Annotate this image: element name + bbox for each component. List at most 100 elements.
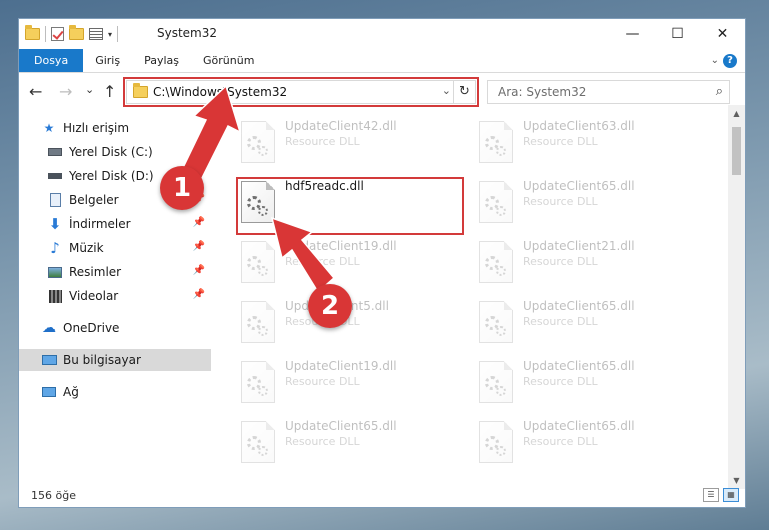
sidebar-item-videos[interactable]: Videolar 📌 [19, 285, 211, 307]
expand-ribbon-icon[interactable]: ⌄ [711, 55, 719, 66]
close-button[interactable]: ✕ [700, 19, 745, 49]
dll-file-icon [479, 241, 513, 283]
folder-icon [25, 25, 40, 40]
cloud-icon: ☁ [42, 320, 56, 336]
sidebar-item-label: Yerel Disk (C:) [69, 145, 153, 159]
list-item[interactable]: UpdateClient65.dll Resource DLL [475, 177, 705, 229]
list-item[interactable]: UpdateClient19.dll Resource DLL [237, 237, 467, 289]
sidebar-item-quick-access[interactable]: ★ Hızlı erişim [19, 117, 211, 139]
list-item[interactable]: UpdateClient21.dll Resource DLL [475, 237, 705, 289]
dll-file-icon [479, 121, 513, 163]
maximize-button[interactable]: ☐ [655, 19, 700, 49]
drive-icon [47, 144, 63, 160]
dll-file-icon [241, 421, 275, 463]
tab-share[interactable]: Paylaş [132, 49, 191, 72]
tab-file[interactable]: Dosya [19, 49, 84, 72]
scroll-up-icon[interactable]: ▲ [728, 105, 745, 122]
pin-icon[interactable]: 📌 [193, 265, 205, 276]
file-name: UpdateClient65.dll [523, 359, 635, 373]
list-item[interactable]: UpdateClient19.dll Resource DLL [237, 357, 467, 409]
help-icon[interactable]: ? [723, 54, 737, 68]
sidebar-item-music[interactable]: ♪ Müzik 📌 [19, 237, 211, 259]
qat-dropdown-icon[interactable]: ▾ [108, 30, 112, 39]
list-item[interactable]: UpdateClient42.dll Resource DLL [237, 117, 467, 169]
dll-file-icon [241, 301, 275, 343]
sidebar-item-downloads[interactable]: ⬇ İndirmeler 📌 [19, 213, 211, 235]
list-item[interactable]: UpdateClient63.dll Resource DLL [475, 117, 705, 169]
file-type: Resource DLL [285, 435, 360, 448]
dll-file-icon [241, 361, 275, 403]
file-type: Resource DLL [523, 135, 598, 148]
file-list: UpdateClient42.dll Resource DLL hdf5readc… [219, 107, 729, 492]
minimize-button[interactable]: — [610, 19, 655, 49]
sidebar-item-label: Yerel Disk (D:) [69, 169, 154, 183]
list-item[interactable]: UpdateClient65.dll Resource DLL [475, 297, 705, 349]
sidebar-item-label: Bu bilgisayar [63, 353, 141, 367]
sidebar-item-label: Resimler [69, 265, 122, 279]
file-type: Resource DLL [523, 255, 598, 268]
tab-view[interactable]: Görünüm [191, 49, 266, 72]
file-name: UpdateClient65.dll [285, 419, 397, 433]
list-item[interactable]: UpdateClient65.dll Resource DLL [475, 417, 705, 469]
list-item[interactable]: UpdateClient65.dll Resource DLL [237, 417, 467, 469]
explorer-window: ▾ System32 — ☐ ✕ Dosya Giriş Paylaş Görü… [18, 18, 746, 508]
sidebar-item-this-pc[interactable]: Bu bilgisayar [19, 349, 211, 371]
step-one-badge: 1 [160, 166, 204, 210]
ribbon-tabs: Dosya Giriş Paylaş Görünüm [19, 49, 745, 73]
network-icon [41, 384, 57, 400]
search-box[interactable]: Ara: System32 ⌕ [487, 80, 730, 104]
sidebar-item-label: Hızlı erişim [63, 121, 130, 135]
sidebar-item-network[interactable]: Ağ [19, 381, 211, 403]
list-item[interactable]: UpdateClient5.dllResource DLL [237, 297, 467, 349]
new-folder-icon[interactable] [69, 25, 84, 40]
vertical-scrollbar[interactable]: ▲ ▼ [728, 105, 745, 489]
window-title: System32 [157, 26, 218, 40]
sidebar-item-drive-c[interactable]: Yerel Disk (C:) [19, 141, 211, 163]
star-icon: ★ [43, 121, 55, 135]
file-type: Resource DLL [523, 195, 598, 208]
dll-file-icon [479, 421, 513, 463]
customize-icon[interactable] [89, 28, 103, 40]
sidebar-item-label: Ağ [63, 385, 79, 399]
file-type: Resource DLL [285, 255, 360, 268]
list-item[interactable]: UpdateClient65.dll Resource DLL [475, 357, 705, 409]
recent-locations-icon[interactable]: ⌄ [85, 83, 94, 96]
file-type: Resource DLL [285, 135, 360, 148]
pin-icon[interactable]: 📌 [193, 289, 205, 300]
pin-icon[interactable]: 📌 [193, 217, 205, 228]
item-count: 156 öğe [31, 489, 76, 502]
file-name: UpdateClient65.dll [523, 179, 635, 193]
file-name: UpdateClient21.dll [523, 239, 635, 253]
forward-arrow-icon[interactable]: → [59, 82, 72, 101]
up-arrow-icon[interactable]: ↑ [103, 82, 116, 101]
videos-icon [47, 288, 63, 304]
download-icon: ⬇ [48, 215, 62, 233]
properties-check-icon[interactable] [51, 27, 64, 41]
file-name: UpdateClient65.dll [523, 419, 635, 433]
title-bar: ▾ System32 — ☐ ✕ [19, 19, 745, 49]
step-two-badge: 2 [308, 284, 352, 328]
scroll-thumb[interactable] [732, 127, 741, 175]
pictures-icon [47, 264, 63, 280]
file-name: UpdateClient63.dll [523, 119, 635, 133]
computer-icon [41, 352, 57, 368]
sidebar-item-onedrive[interactable]: ☁ OneDrive [19, 317, 211, 339]
separator [45, 26, 46, 42]
dll-file-icon [479, 361, 513, 403]
sidebar-item-pictures[interactable]: Resimler 📌 [19, 261, 211, 283]
back-arrow-icon[interactable]: ← [29, 82, 42, 101]
file-name: UpdateClient19.dll [285, 239, 397, 253]
pin-icon[interactable]: 📌 [193, 241, 205, 252]
file-type: Resource DLL [523, 315, 598, 328]
dll-file-icon [479, 301, 513, 343]
tab-home[interactable]: Giriş [83, 49, 132, 72]
file-type: Resource DLL [523, 375, 598, 388]
music-icon: ♪ [50, 239, 60, 257]
file-type: Resource DLL [523, 435, 598, 448]
details-view-icon[interactable]: ☰ [703, 488, 719, 502]
file-highlight-box [236, 177, 464, 235]
search-placeholder[interactable]: Ara: System32 [498, 85, 586, 99]
navigation-bar: ← → ⌄ ↑ C:\Windows\System32 ⌄ ↻ Ara: Sys… [19, 77, 745, 107]
search-icon[interactable]: ⌕ [716, 84, 723, 99]
tiles-view-icon[interactable]: ▦ [723, 488, 739, 502]
